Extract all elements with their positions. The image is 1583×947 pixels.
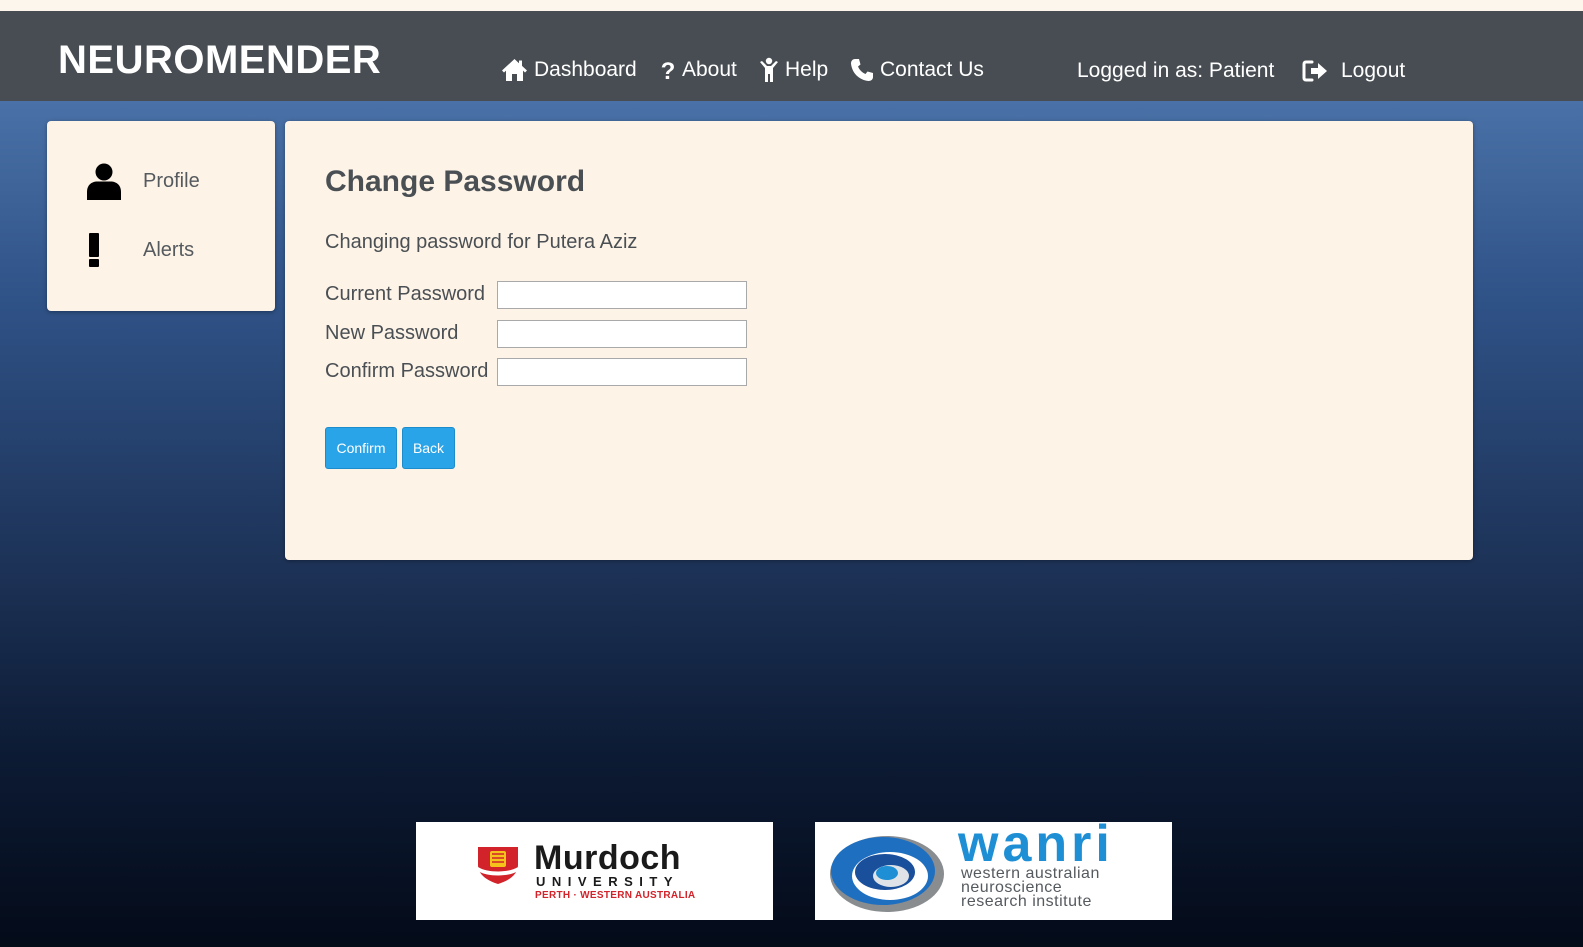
nav-contact-us[interactable]: Contact Us <box>850 55 984 85</box>
murdoch-university-text: UNIVERSITY <box>536 874 680 889</box>
murdoch-crest-icon <box>478 847 518 884</box>
wanri-swirl-icon <box>830 836 944 912</box>
murdoch-university-logo: Murdoch UNIVERSITY PERTH · WESTERN AUSTR… <box>416 822 773 920</box>
confirm-password-label: Confirm Password <box>325 360 489 382</box>
wanri-line-3: research institute <box>961 893 1092 910</box>
murdoch-location-text: PERTH · WESTERN AUSTRALIA <box>535 890 696 901</box>
nav-help[interactable]: Help <box>759 55 828 85</box>
new-password-input[interactable] <box>497 320 747 348</box>
current-password-input[interactable] <box>497 281 747 309</box>
logout-link[interactable]: Logout <box>1302 56 1405 86</box>
confirm-password-input[interactable] <box>497 358 747 386</box>
logged-in-status: Logged in as: Patient <box>1077 59 1275 82</box>
person-help-icon <box>760 57 778 82</box>
nav-dashboard-label: Dashboard <box>534 58 637 81</box>
sidebar-item-label: Profile <box>143 170 200 192</box>
sidebar-item-label: Alerts <box>143 238 195 261</box>
wanri-name: wanri <box>958 815 1114 873</box>
brand-logo[interactable]: NEUROMENDER <box>58 40 381 80</box>
change-password-subtitle: Changing password for Putera Aziz <box>325 231 638 253</box>
user-icon <box>87 163 143 200</box>
sign-out-icon <box>1302 60 1327 82</box>
nav-contact-us-label: Contact Us <box>880 58 984 81</box>
sidebar: Profile Alerts <box>47 121 275 311</box>
change-password-panel: Change Password Changing password for Pu… <box>285 121 1473 560</box>
home-icon <box>502 59 527 81</box>
exclamation-icon <box>87 232 143 268</box>
nav-about[interactable]: ? About <box>660 55 737 85</box>
nav-help-label: Help <box>785 58 829 81</box>
question-icon: ? <box>661 58 676 82</box>
sidebar-item-profile[interactable]: Profile <box>87 163 200 200</box>
logout-label: Logout <box>1341 59 1406 82</box>
svg-text:?: ? <box>661 58 676 82</box>
top-strip <box>0 0 1583 11</box>
new-password-label: New Password <box>325 322 459 344</box>
current-password-label: Current Password <box>325 283 486 305</box>
page-title: Change Password <box>325 165 586 198</box>
back-button[interactable]: Back <box>402 427 455 469</box>
nav-dashboard[interactable]: Dashboard <box>501 55 637 85</box>
sidebar-item-alerts[interactable]: Alerts <box>87 232 194 268</box>
phone-icon <box>851 59 873 81</box>
confirm-button[interactable]: Confirm <box>325 427 397 469</box>
wanri-logo: wanri western australian neuroscience re… <box>815 816 1172 920</box>
nav-about-label: About <box>682 58 737 81</box>
murdoch-name: Murdoch <box>534 839 682 877</box>
